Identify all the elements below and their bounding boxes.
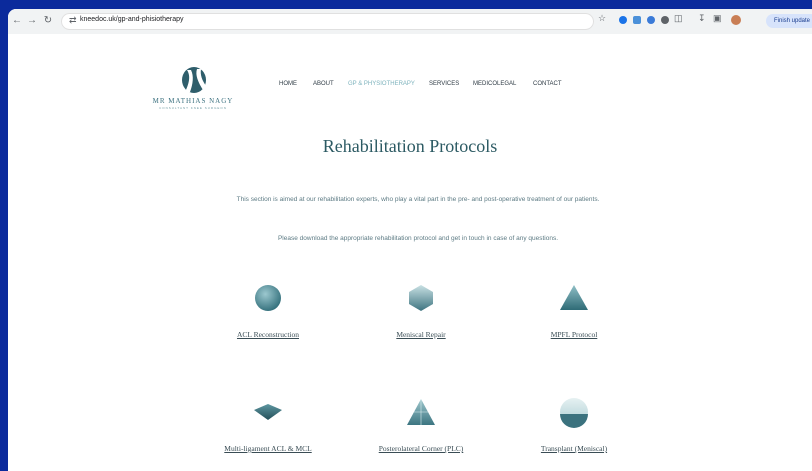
protocol-link[interactable]: Transplant (Meniscal) (504, 444, 644, 453)
hexagon-icon[interactable] (405, 282, 437, 314)
instruction-text: Please download the appropriate rehabili… (277, 235, 559, 242)
side-panel-icon[interactable]: ▣ (713, 13, 722, 24)
site-info-icon[interactable]: ⇄ (69, 15, 77, 26)
url-text: kneedoc.uk/gp-and-phisiotherapy (80, 16, 184, 23)
finish-update-button[interactable]: Finish update (766, 14, 812, 28)
nav-home[interactable]: HOME (279, 81, 297, 87)
tetrahedron-icon[interactable] (405, 396, 437, 428)
browser-toolbar: ← → ↻ ⇄ kneedoc.uk/gp-and-phisiotherapy … (8, 9, 812, 35)
protocol-link[interactable]: ACL Reconstruction (198, 330, 338, 339)
nav-services[interactable]: SERVICES (429, 81, 459, 87)
extension-icon-1[interactable] (619, 16, 627, 24)
extensions-puzzle-icon[interactable]: ◫ (674, 13, 683, 24)
page-title: Rehabilitation Protocols (322, 136, 498, 156)
nav-contact[interactable]: CONTACT (533, 81, 562, 87)
address-bar[interactable]: ⇄ kneedoc.uk/gp-and-phisiotherapy (61, 13, 594, 30)
protocol-item: MPFL Protocol (504, 282, 644, 339)
nav-about[interactable]: ABOUT (313, 81, 334, 87)
protocol-link[interactable]: MPFL Protocol (504, 330, 644, 339)
forward-icon[interactable]: → (25, 14, 39, 28)
extension-icon-3[interactable] (647, 16, 655, 24)
logo-knee-icon[interactable] (177, 66, 211, 94)
pyramid-icon[interactable] (558, 282, 590, 314)
protocol-link[interactable]: Meniscal Repair (351, 330, 491, 339)
reload-icon[interactable]: ↻ (41, 14, 55, 28)
octahedron-icon[interactable] (252, 396, 284, 428)
logo-tagline: CONSULTANT KNEE SURGEON (159, 106, 227, 110)
protocol-link[interactable]: Multi-ligament ACL & MCL (198, 444, 338, 453)
bookmark-star-icon[interactable]: ☆ (598, 13, 606, 24)
web-page: MR MATHIAS NAGY CONSULTANT KNEE SURGEON … (8, 34, 812, 471)
intro-text: This section is aimed at our rehabilitat… (236, 196, 600, 203)
protocol-item: Posterolateral Corner (PLC) (351, 396, 491, 453)
split-sphere-icon[interactable] (558, 396, 590, 428)
nav-gp-physiotherapy[interactable]: GP & PHYSIOTHERAPY (348, 81, 415, 87)
browser-window: ← → ↻ ⇄ kneedoc.uk/gp-and-phisiotherapy … (8, 9, 812, 471)
sphere-icon[interactable] (252, 282, 284, 314)
logo-name[interactable]: MR MATHIAS NAGY (146, 97, 240, 105)
protocol-link[interactable]: Posterolateral Corner (PLC) (351, 444, 491, 453)
extension-icon-4[interactable] (661, 16, 669, 24)
protocol-item: Meniscal Repair (351, 282, 491, 339)
extension-icon-2[interactable] (633, 16, 641, 24)
back-icon[interactable]: ← (10, 14, 24, 28)
protocol-item: Multi-ligament ACL & MCL (198, 396, 338, 453)
profile-avatar[interactable] (731, 15, 741, 25)
nav-medicolegal[interactable]: MEDICOLEGAL (473, 81, 516, 87)
protocol-item: Transplant (Meniscal) (504, 396, 644, 453)
download-icon[interactable]: ↧ (698, 13, 706, 24)
protocol-item: ACL Reconstruction (198, 282, 338, 339)
